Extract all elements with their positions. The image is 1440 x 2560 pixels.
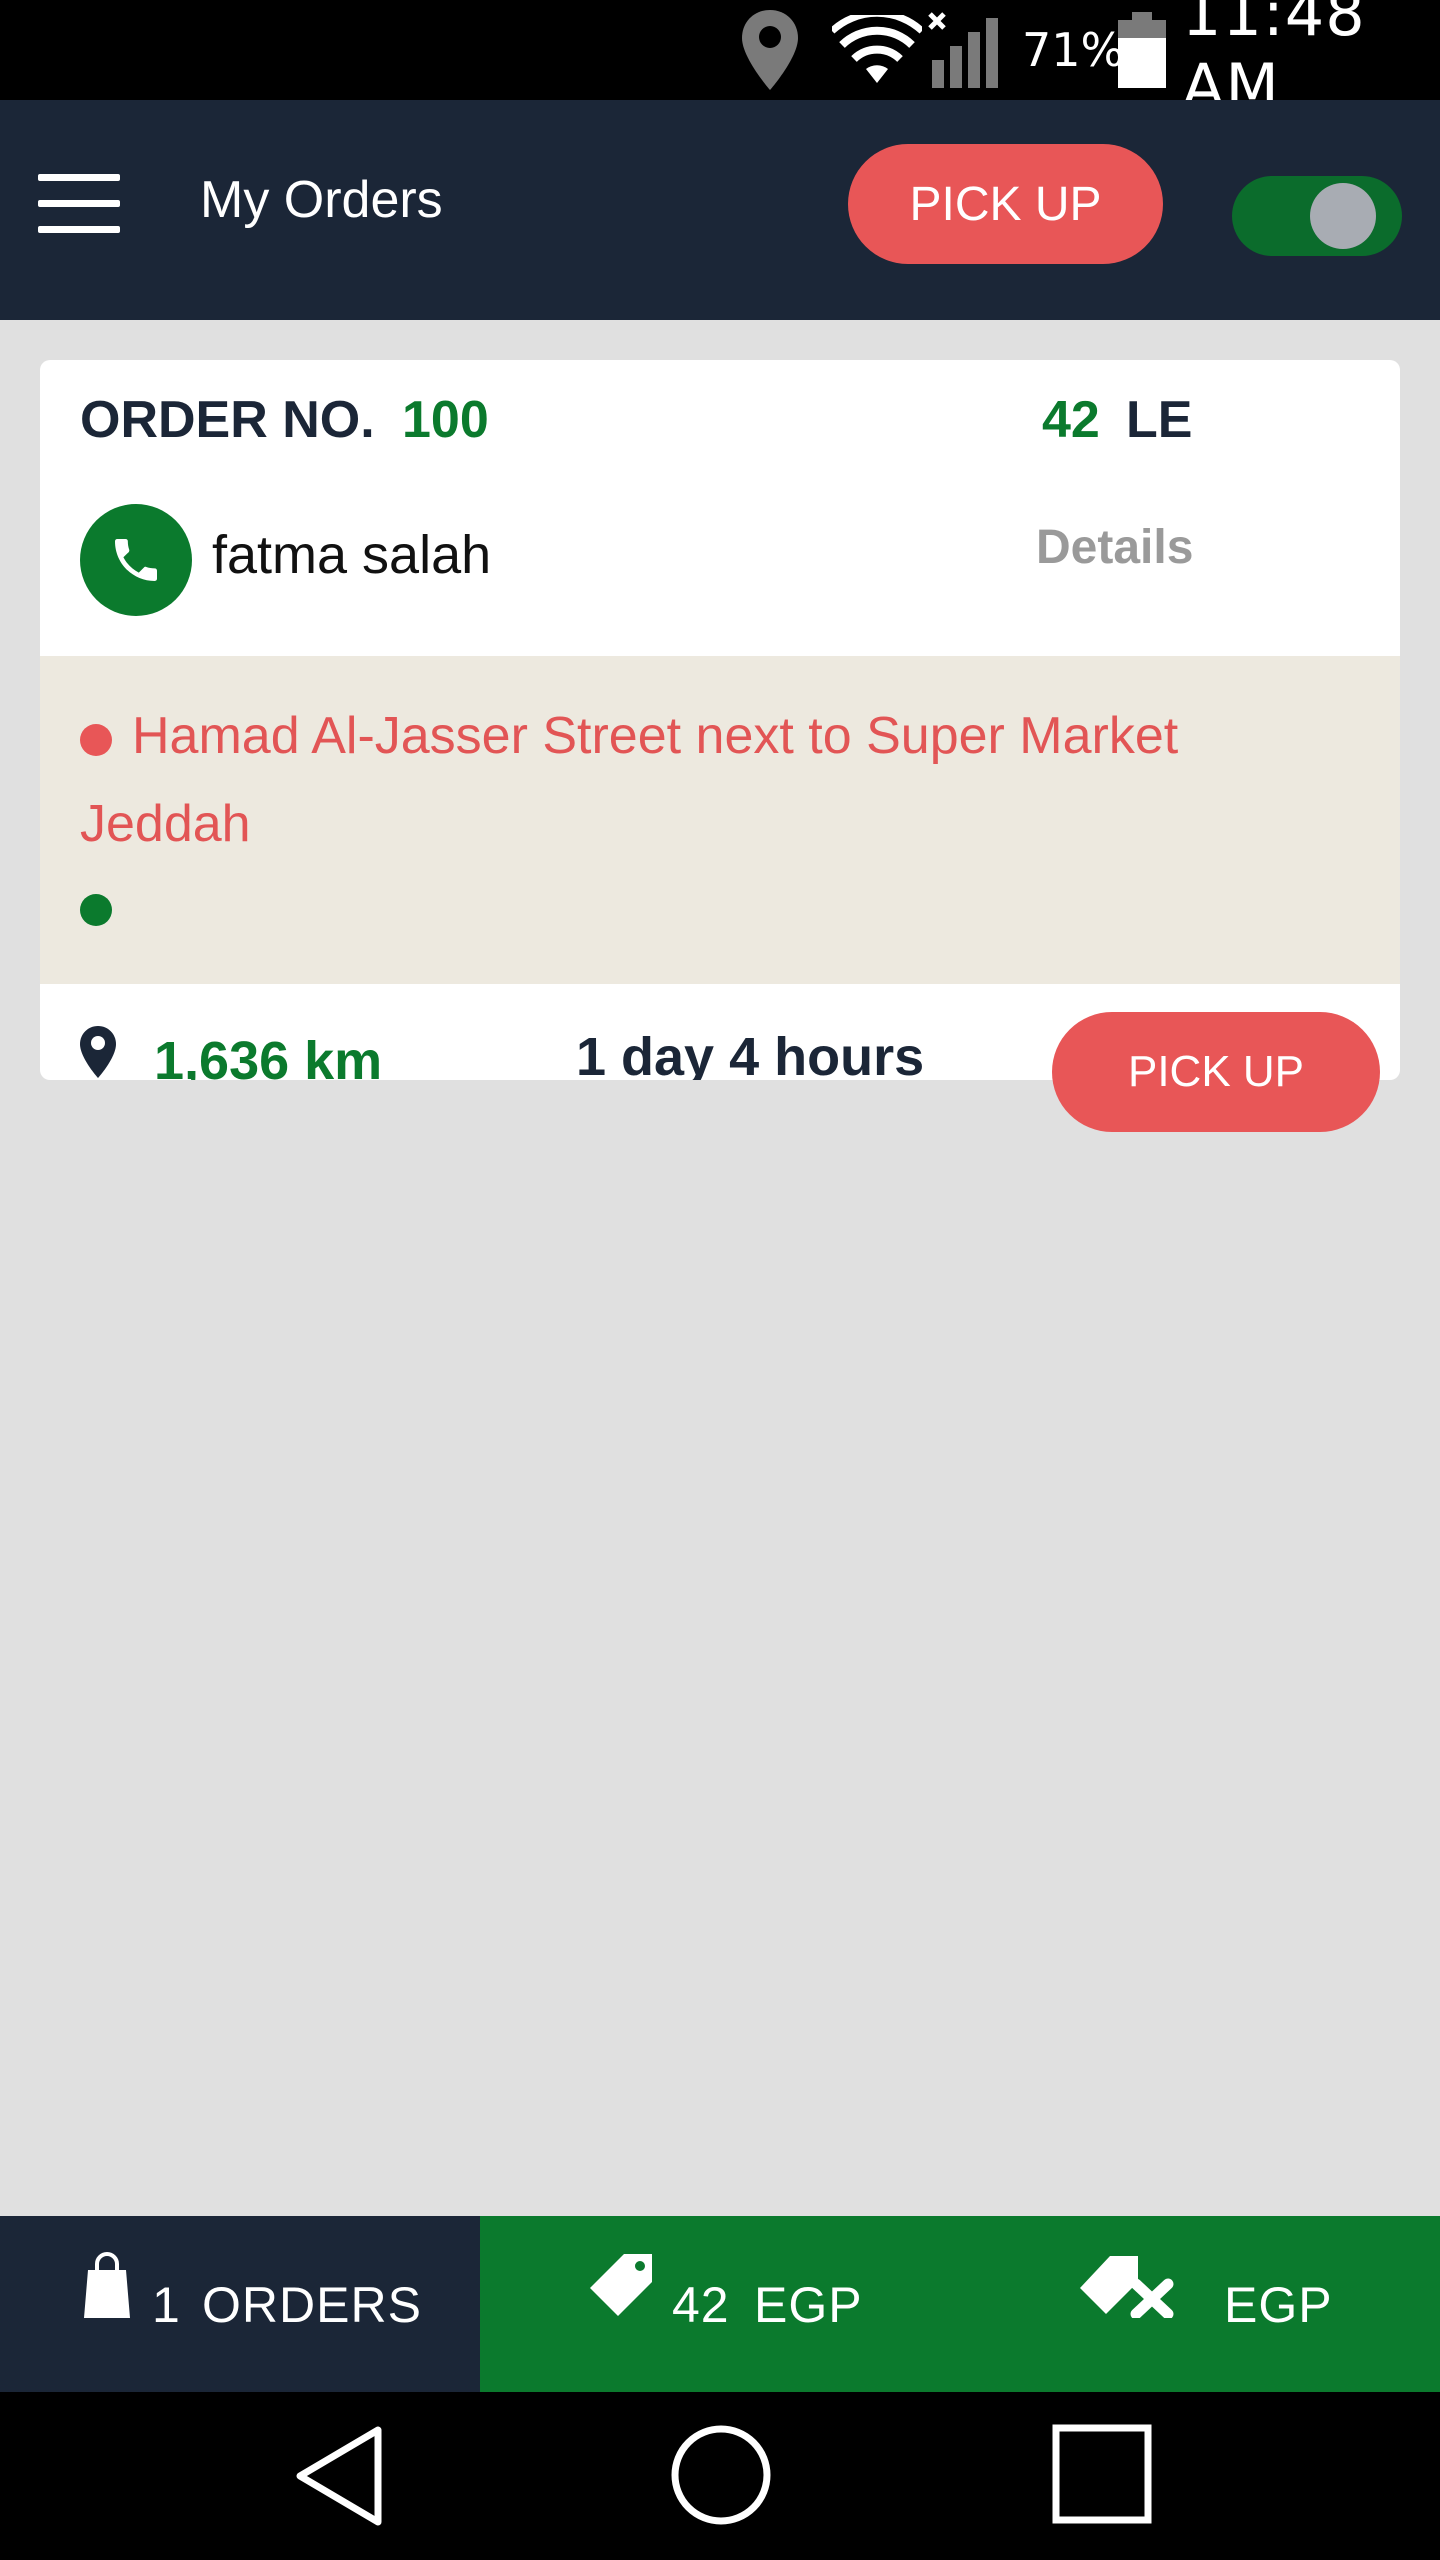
system-nav-bar — [0, 2392, 1440, 2560]
recent-apps-icon[interactable] — [1052, 2424, 1152, 2529]
order-number-label: ORDER NO. — [80, 391, 375, 449]
map-pin-icon — [78, 1024, 118, 1080]
money-summary[interactable]: 42 EGP EGP — [480, 2216, 1440, 2392]
order-number: 100 — [402, 391, 489, 449]
pickup-filter-button[interactable]: PICK UP — [848, 144, 1163, 264]
toggle-knob — [1310, 183, 1376, 249]
dropoff-point-dot — [80, 894, 112, 926]
price-tag-icon — [588, 2250, 658, 2325]
orders-label: ORDERS — [202, 2277, 422, 2333]
orders-summary[interactable]: 1 ORDERS — [0, 2216, 480, 2392]
battery-percent: 71% — [1022, 23, 1125, 77]
call-customer-button[interactable] — [80, 504, 192, 616]
cell-signal-icon — [928, 0, 1018, 100]
pickup-address: Hamad Al-Jasser Street next to Super Mar… — [80, 707, 1179, 853]
customer-name: fatma salah — [212, 525, 492, 585]
home-icon[interactable] — [670, 2424, 772, 2531]
wifi-icon — [832, 0, 922, 100]
order-price: 42 — [1042, 391, 1100, 449]
orders-count: 1 — [152, 2277, 181, 2333]
order-distance: 1,636 km — [154, 1031, 383, 1080]
fees-currency: EGP — [1224, 2277, 1333, 2333]
app-bar: My Orders PICK UP — [0, 100, 1440, 320]
status-time: 11:48 AM — [1182, 0, 1366, 123]
details-link[interactable]: Details — [1036, 520, 1193, 575]
shopping-bag-icon — [82, 2250, 132, 2325]
address-panel: Hamad Al-Jasser Street next to Super Mar… — [40, 656, 1400, 984]
pickup-order-button[interactable]: PICK UP — [1052, 1012, 1380, 1132]
phone-icon — [115, 539, 157, 581]
order-card[interactable]: ORDER NO. 100 42 LE fatma salah Details … — [40, 360, 1400, 1080]
status-bar: 71% 11:48 AM — [0, 0, 1440, 123]
order-duration: 1 day 4 hours — [576, 1027, 925, 1080]
page-title: My Orders — [200, 171, 443, 229]
fee-remove-icon — [1078, 2252, 1178, 2323]
earnings-value: 42 — [672, 2277, 730, 2333]
availability-toggle[interactable] — [1232, 176, 1402, 256]
back-icon[interactable] — [292, 2424, 384, 2533]
summary-bar: 1 ORDERS 42 EGP EGP — [0, 2216, 1440, 2392]
order-currency: LE — [1126, 391, 1193, 449]
battery-icon — [1116, 0, 1168, 100]
hamburger-menu-icon[interactable] — [38, 174, 122, 234]
earnings-currency: EGP — [754, 2277, 863, 2333]
location-icon — [740, 0, 800, 100]
